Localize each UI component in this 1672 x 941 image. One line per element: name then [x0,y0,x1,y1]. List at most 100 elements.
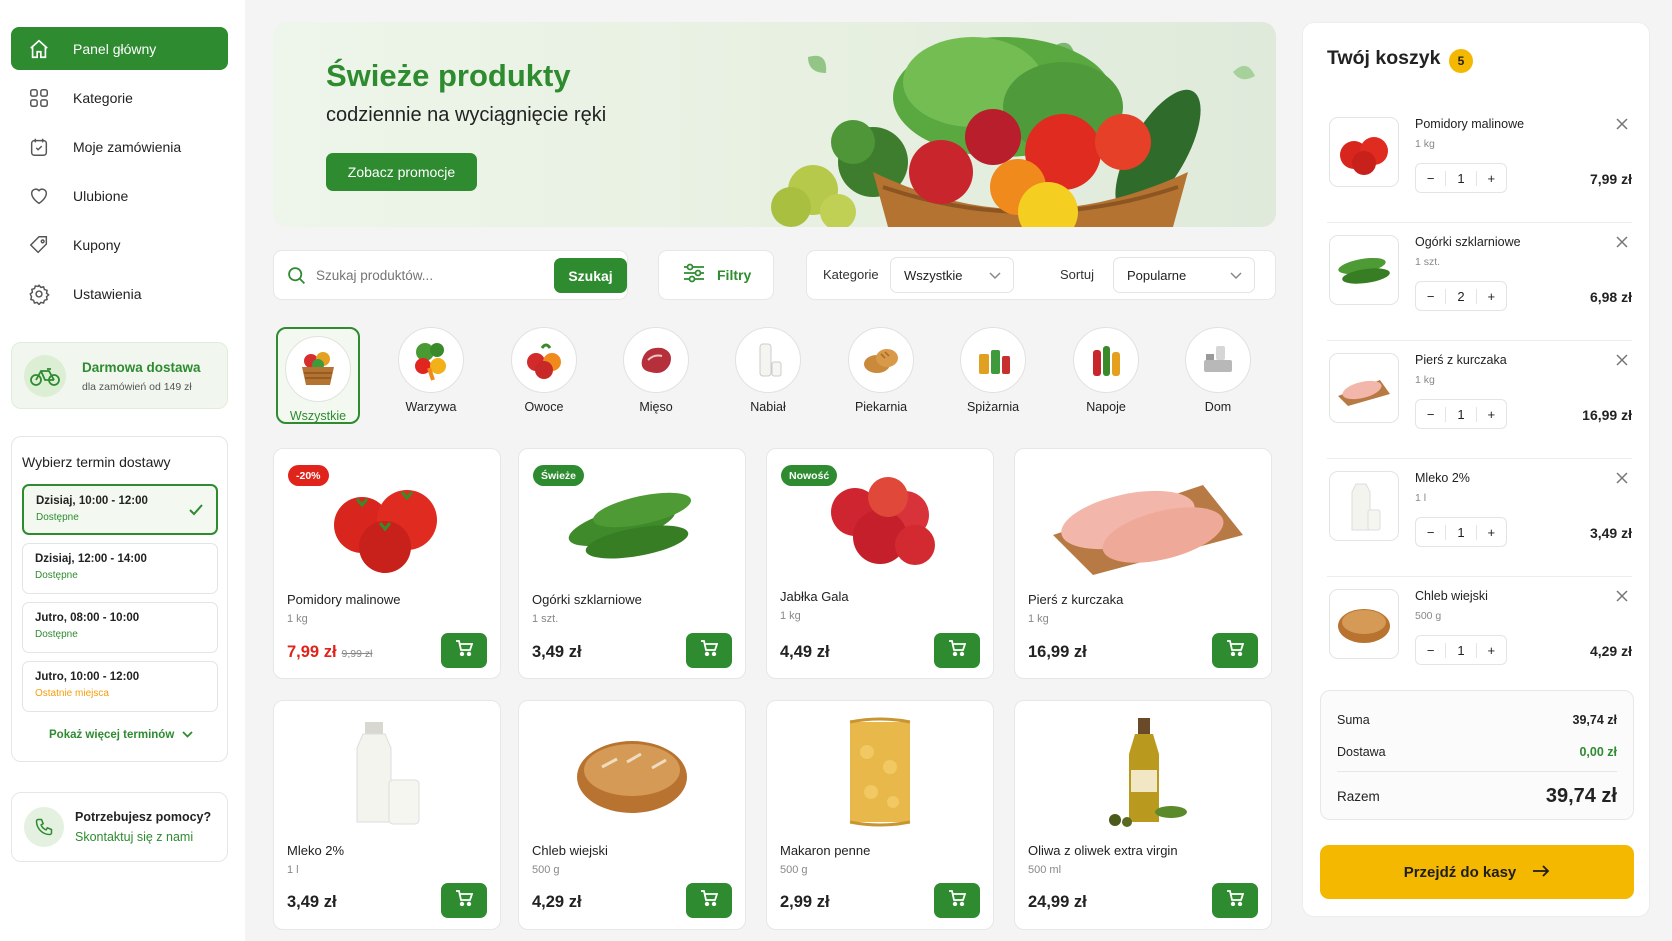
decrement-button[interactable]: − [1416,288,1447,304]
add-to-cart-button[interactable] [686,883,732,918]
increment-button[interactable]: + [1475,642,1506,658]
category-label: Nabiał [750,400,786,414]
remove-item-close-icon[interactable] [1616,471,1628,489]
quantity-stepper: −2 + [1415,281,1507,311]
summary-delivery-row: Dostawa 0,00 zł [1337,745,1617,759]
search-input[interactable] [316,263,516,287]
category-mieso[interactable]: Mięso [614,327,698,424]
add-to-cart-button[interactable] [441,883,487,918]
decrement-button[interactable]: − [1416,524,1447,540]
category-spizarnia[interactable]: Spiżarnia [951,327,1035,424]
add-to-cart-button[interactable] [1212,633,1258,668]
category-wszystkie[interactable]: Wszystkie [276,327,360,424]
product-card[interactable]: Oliwa z oliwek extra virgin 500 ml 24,99… [1014,700,1272,930]
slot-status: Dostępne [35,570,78,581]
delivery-slot[interactable]: Jutro, 10:00 - 12:00 Ostatnie miejsca [22,661,218,712]
remove-item-close-icon[interactable] [1616,589,1628,607]
product-card[interactable]: Pierś z kurczaka 1 kg 16,99 zł [1014,448,1272,679]
decrement-button[interactable]: − [1416,406,1447,422]
bread-image [519,709,745,834]
remove-item-close-icon[interactable] [1616,117,1628,135]
category-owoce[interactable]: Owoce [502,327,586,424]
product-card[interactable]: Makaron penne 500 g 2,99 zł [766,700,994,930]
sort-select[interactable]: Popularne [1113,257,1255,293]
cart-panel: Twój koszyk 5 Pomidory malinowe 1 kg −1 +… [1302,22,1650,917]
category-nabial[interactable]: Nabiał [726,327,810,424]
increment-button[interactable]: + [1475,406,1506,422]
nav-panel-glowny[interactable]: Panel główny [11,27,228,70]
product-price: 24,99 zł [1028,893,1087,911]
slot-status: Ostatnie miejsca [35,688,109,699]
category-piekarnia[interactable]: Piekarnia [839,327,923,424]
cart-item-price: 6,98 zł [1589,289,1632,305]
search-button[interactable]: Szukaj [554,258,627,293]
add-to-cart-button[interactable] [934,633,980,668]
add-to-cart-button[interactable] [1212,883,1258,918]
nav-kategorie[interactable]: Kategorie [11,76,228,119]
product-old-price: 9,99 zł [341,648,373,660]
product-card[interactable]: Mleko 2% 1 l 3,49 zł [273,700,501,930]
delivery-slot[interactable]: Jutro, 08:00 - 10:00 Dostępne [22,602,218,653]
increment-button[interactable]: + [1475,524,1506,540]
slot-status: Dostępne [36,512,79,523]
free-delivery-card: Darmowa dostawa dla zamówień od 149 zł [11,342,228,409]
checkout-label: Przejdź do kasy [1403,863,1517,881]
category-dom[interactable]: Dom [1176,327,1260,424]
pasta-image [767,709,993,834]
add-to-cart-button[interactable] [934,883,980,918]
decrement-button[interactable]: − [1416,642,1447,658]
nav-ulubione[interactable]: Ulubione [11,174,228,217]
increment-button[interactable]: + [1475,170,1506,186]
product-unit: 1 kg [287,613,308,625]
filters-button[interactable]: Filtry [658,250,774,300]
category-select[interactable]: Wszystkie [890,257,1014,293]
product-card[interactable]: Nowość Jabłka Gala 1 kg 4,49 zł [766,448,994,679]
category-warzywa[interactable]: Warzywa [389,327,473,424]
nav-kupony[interactable]: Kupony [11,223,228,266]
bread-thumbnail [1329,589,1399,659]
quantity-stepper: −1 + [1415,163,1507,193]
tomatoes-thumbnail [1329,117,1399,187]
cart-item: Mleko 2% 1 l −1 + 3,49 zł [1327,459,1632,577]
basket-icon [285,336,351,402]
cart-item-unit: 1 kg [1415,374,1435,386]
remove-item-close-icon[interactable] [1616,353,1628,371]
total-value: 39,74 zł [1545,785,1617,807]
increment-button[interactable]: + [1475,288,1506,304]
product-current-price: 7,99 zł [287,643,337,661]
quantity-value: 1 [1457,642,1465,658]
product-card[interactable]: Świeże Ogórki szklarniowe 1 szt. 3,49 zł [518,448,746,679]
cart-item-price: 7,99 zł [1589,171,1632,187]
sliders-icon [683,263,705,288]
search-bar: Szukaj [273,250,628,300]
checkout-button[interactable]: Przejdź do kasy [1320,845,1634,899]
see-promotions-button[interactable]: Zobacz promocje [326,153,477,191]
delivery-slot-selected[interactable]: Dzisiaj, 10:00 - 12:00 Dostępne [22,484,218,535]
hero-subtitle: codziennie na wyciągnięcie ręki [326,104,607,126]
quantity-stepper: −1 + [1415,635,1507,665]
remove-item-close-icon[interactable] [1616,235,1628,253]
nav-ustawienia[interactable]: Ustawienia [11,272,228,315]
category-napoje[interactable]: Napoje [1064,327,1148,424]
product-name: Pomidory malinowe [287,592,401,607]
summary-sum-row: Suma 39,74 zł [1337,713,1617,727]
product-card[interactable]: Chleb wiejski 500 g 4,29 zł [518,700,746,930]
milk-icon [735,327,801,393]
vegetable-basket-image [771,37,1255,227]
cart-item: Pierś z kurczaka 1 kg −1 + 16,99 zł [1327,341,1632,459]
quantity-stepper: −1 + [1415,399,1507,429]
free-delivery-subtitle: dla zamówień od 149 zł [82,381,192,393]
help-card[interactable]: Potrzebujesz pomocy? Skontaktuj się z na… [11,792,228,862]
add-to-cart-button[interactable] [441,633,487,668]
help-contact-link[interactable]: Skontaktuj się z nami [75,830,193,844]
discount-badge: -20% [288,465,329,486]
delivery-slot[interactable]: Dzisiaj, 12:00 - 14:00 Dostępne [22,543,218,594]
nav-moje-zamowienia[interactable]: Moje zamówienia [11,125,228,168]
fruits-icon [511,327,577,393]
slot-time: Jutro, 08:00 - 10:00 [35,612,140,624]
show-more-slots-link[interactable]: Pokaż więcej terminów [49,729,193,741]
add-to-cart-button[interactable] [686,633,732,668]
product-card[interactable]: -20% Pomidory malinowe 1 kg 7,99 zł 9,99 … [273,448,501,679]
category-select-value: Wszystkie [904,267,963,283]
decrement-button[interactable]: − [1416,170,1447,186]
